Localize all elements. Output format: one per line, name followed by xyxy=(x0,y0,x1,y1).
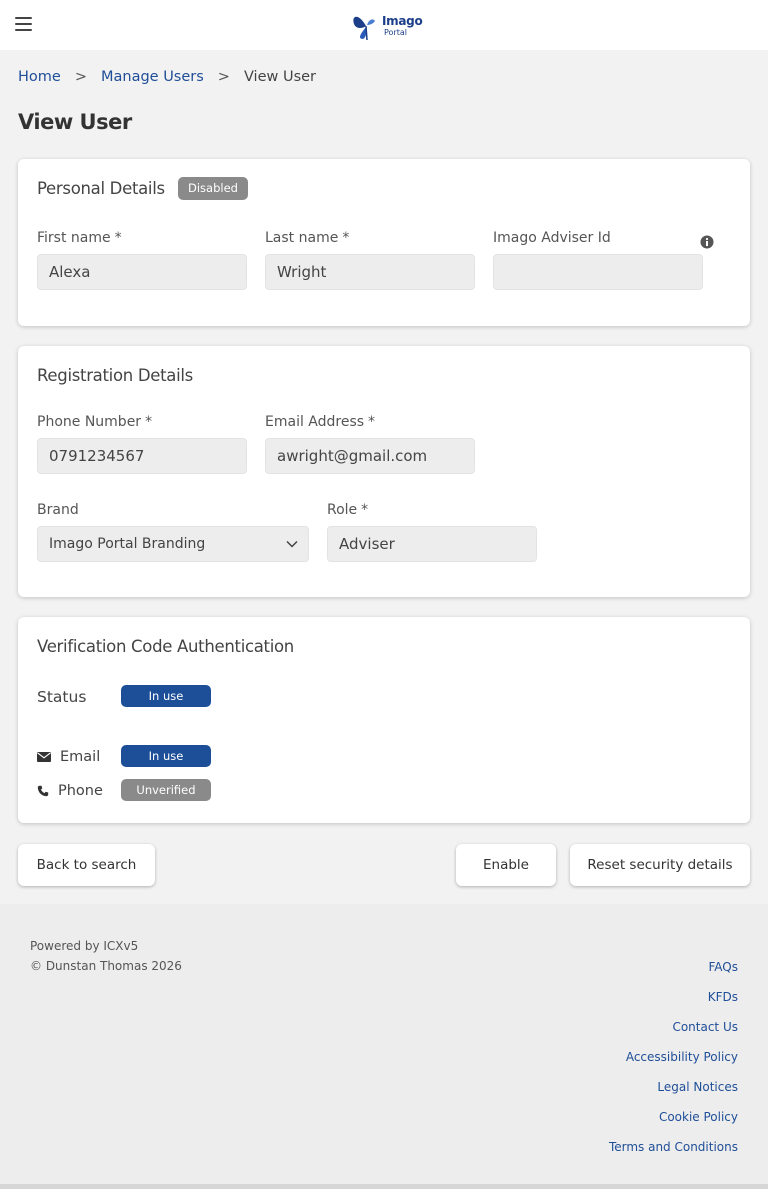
required-mark: * xyxy=(368,414,376,430)
required-mark: * xyxy=(145,414,153,430)
last-name-label-text: Last name xyxy=(265,230,339,246)
imago-portal-logo[interactable]: Imago Portal xyxy=(351,9,423,41)
footer-link-kfds[interactable]: KFDs xyxy=(609,982,738,1012)
info-icon[interactable] xyxy=(700,235,714,249)
phone-number-label: Phone Number * xyxy=(37,414,152,430)
logo-subtext: Portal xyxy=(384,28,407,37)
first-name-label-text: First name xyxy=(37,230,111,246)
butterfly-logo-icon xyxy=(353,16,375,41)
brand-selected-value: Imago Portal Branding xyxy=(49,536,206,552)
top-header: Imago Portal xyxy=(0,0,768,50)
logo-text: Imago xyxy=(382,14,423,28)
breadcrumb-current: View User xyxy=(243,69,317,85)
status-badge: Disabled xyxy=(178,177,248,200)
verification-card: Verification Code Authentication Status … xyxy=(18,617,750,823)
personal-details-title: Personal Details xyxy=(37,179,165,198)
breadcrumb: Home > Manage Users > View User xyxy=(18,69,316,85)
breadcrumb-separator: > xyxy=(217,69,230,85)
email-address-label: Email Address * xyxy=(265,414,375,430)
required-mark: * xyxy=(361,502,369,518)
last-name-field[interactable]: Wright xyxy=(265,254,475,290)
personal-details-card: Personal Details Disabled First name * Al… xyxy=(18,159,750,326)
email-method: Email xyxy=(37,749,100,765)
last-name-label: Last name * xyxy=(265,230,349,246)
back-to-search-button[interactable]: Back to search xyxy=(18,844,155,886)
adviser-id-label: Imago Adviser Id xyxy=(493,230,611,246)
envelope-icon xyxy=(37,752,51,762)
powered-by-text: Powered by ICXv5 xyxy=(30,939,139,953)
first-name-label: First name * xyxy=(37,230,122,246)
status-label: Status xyxy=(37,688,87,706)
footer-link-legal-notices[interactable]: Legal Notices xyxy=(609,1072,738,1102)
breadcrumb-separator: > xyxy=(74,69,87,85)
footer-link-cookie-policy[interactable]: Cookie Policy xyxy=(609,1102,738,1132)
role-field[interactable]: Adviser xyxy=(327,526,537,562)
footer-link-faqs[interactable]: FAQs xyxy=(609,952,739,982)
breadcrumb-manage-users[interactable]: Manage Users xyxy=(101,69,204,85)
registration-details-card: Registration Details Phone Number * 07912… xyxy=(18,346,750,597)
registration-details-title: Registration Details xyxy=(37,366,193,385)
email-address-label-text: Email Address xyxy=(265,414,365,430)
chevron-down-icon xyxy=(286,540,298,548)
footer-link-terms[interactable]: Terms and Conditions xyxy=(609,1132,738,1162)
menu-icon[interactable] xyxy=(15,17,32,31)
footer-link-accessibility[interactable]: Accessibility Policy xyxy=(609,1042,738,1072)
page-title: View User xyxy=(18,110,132,134)
email-method-label: Email xyxy=(60,749,101,765)
footer-bottom-bar xyxy=(0,1184,768,1189)
role-label-text: Role xyxy=(327,502,358,518)
reset-security-button[interactable]: Reset security details xyxy=(570,844,750,886)
required-mark: * xyxy=(114,230,122,246)
email-address-field[interactable]: awright@gmail.com xyxy=(265,438,475,474)
status-pill: In use xyxy=(121,685,211,707)
footer-info: Powered by ICXv5 © Dunstan Thomas 2026 xyxy=(30,936,182,976)
email-status-pill: In use xyxy=(121,745,211,767)
footer-link-contact-us[interactable]: Contact Us xyxy=(609,1012,738,1042)
first-name-field[interactable]: Alexa xyxy=(37,254,247,290)
adviser-id-field[interactable] xyxy=(493,254,703,290)
role-label: Role * xyxy=(327,502,368,518)
phone-method-label: Phone xyxy=(58,783,103,799)
footer: Powered by ICXv5 © Dunstan Thomas 2026 F… xyxy=(0,904,768,1184)
verification-title: Verification Code Authentication xyxy=(37,637,294,656)
phone-number-label-text: Phone Number xyxy=(37,414,142,430)
required-mark: * xyxy=(342,230,350,246)
enable-button[interactable]: Enable xyxy=(456,844,556,886)
phone-method: Phone xyxy=(37,783,103,799)
phone-status-pill: Unverified xyxy=(121,779,211,801)
footer-links: FAQs KFDs Contact Us Accessibility Polic… xyxy=(609,952,738,1162)
phone-number-field[interactable]: 0791234567 xyxy=(37,438,247,474)
breadcrumb-home[interactable]: Home xyxy=(18,69,61,85)
brand-select[interactable]: Imago Portal Branding xyxy=(37,526,309,562)
phone-icon xyxy=(37,785,49,797)
copyright-text: © Dunstan Thomas 2026 xyxy=(30,959,182,973)
brand-label: Brand xyxy=(37,502,79,518)
